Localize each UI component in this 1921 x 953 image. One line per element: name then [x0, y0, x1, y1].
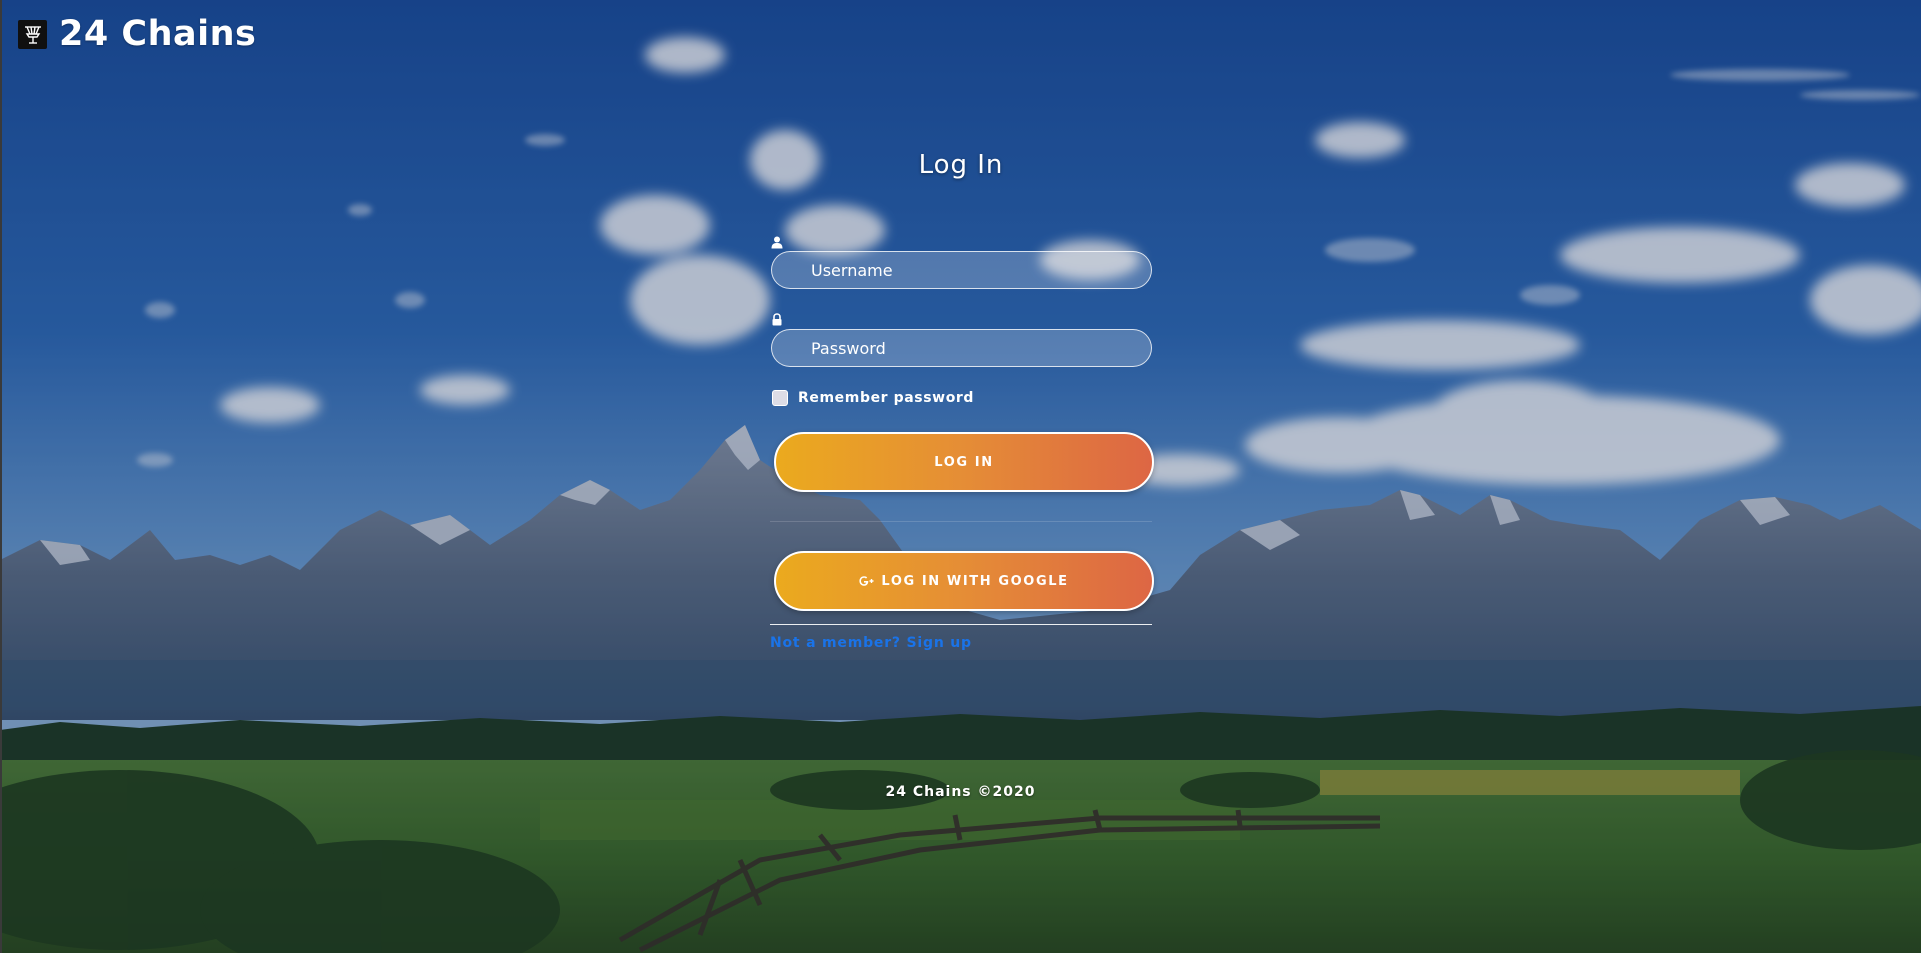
- login-button-label: LOG IN: [934, 454, 994, 470]
- window-edge: [0, 0, 2, 953]
- password-field[interactable]: [771, 329, 1152, 367]
- google-login-button[interactable]: LOG IN WITH GOOGLE: [774, 551, 1154, 611]
- disc-golf-basket-icon: [18, 19, 47, 49]
- google-login-button-label: LOG IN WITH GOOGLE: [881, 573, 1069, 589]
- google-plus-icon: [859, 576, 874, 586]
- login-title: Log In: [918, 150, 1004, 180]
- remember-password-label[interactable]: Remember password: [798, 390, 974, 406]
- remember-password-checkbox[interactable]: [772, 390, 788, 406]
- password-input[interactable]: [772, 330, 1151, 366]
- username-field[interactable]: [771, 251, 1152, 289]
- brand[interactable]: 24 Chains: [18, 14, 256, 54]
- login-page: 24 Chains Log In Remember password LOG I…: [0, 0, 1921, 953]
- lock-icon: [772, 313, 782, 326]
- signup-link[interactable]: Not a member? Sign up: [770, 635, 972, 651]
- brand-name: 24 Chains: [59, 14, 257, 54]
- signup-divider: [770, 624, 1152, 625]
- divider: [770, 521, 1152, 522]
- remember-password[interactable]: Remember password: [772, 390, 974, 406]
- username-input[interactable]: [772, 252, 1151, 288]
- user-icon: [771, 236, 783, 249]
- footer-copyright: 24 Chains ©2020: [885, 784, 1036, 800]
- login-button[interactable]: LOG IN: [774, 432, 1154, 492]
